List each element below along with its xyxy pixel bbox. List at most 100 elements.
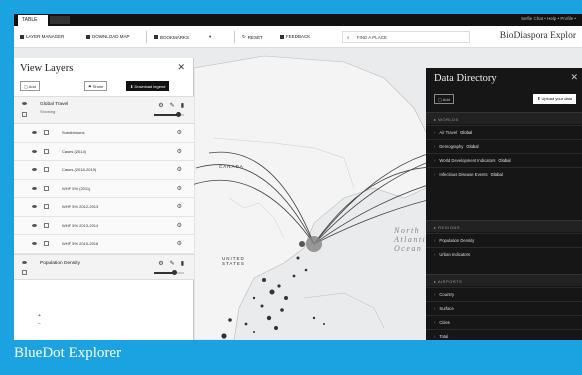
edit-icon[interactable]: ✎	[170, 260, 175, 267]
edit-icon[interactable]: ✎	[170, 102, 175, 109]
share-button[interactable]: ⚑ Share	[84, 81, 108, 91]
delete-icon[interactable]: ▮	[181, 102, 184, 109]
account-links[interactable]: Selfie Chat • Help • Profile •	[521, 16, 576, 21]
grid-icon[interactable]	[44, 185, 49, 191]
settings-icon[interactable]: ⚙	[177, 148, 182, 155]
grid-icon[interactable]	[22, 112, 27, 117]
search-icon: ⌕	[347, 35, 350, 40]
eye-icon[interactable]	[32, 205, 37, 208]
eye-icon[interactable]	[32, 131, 37, 134]
browser-tab[interactable]: TABLE	[18, 15, 48, 26]
chevron-right-icon: ›	[434, 172, 436, 177]
layer-label: WHF 5% 2012-2013	[62, 204, 99, 209]
chevron-right-icon: ›	[434, 130, 436, 135]
layer-row[interactable]: Subdivisions ⚙	[14, 124, 194, 143]
browser-tab-inactive[interactable]	[50, 16, 70, 24]
search-input[interactable]: ⌕ FIND A PLACE	[342, 31, 470, 43]
layer-row[interactable]: Cases (2018-2019) ⚙	[14, 161, 194, 180]
directory-item[interactable]: › Air Travel Global	[426, 125, 582, 139]
layer-group-global-travel[interactable]: Global Travel Showing ⚙ ✎ ▮	[14, 96, 194, 124]
grid-icon[interactable]	[44, 167, 49, 172]
directory-item[interactable]: › Total	[426, 329, 582, 340]
app-title: BioDiaspora Explor	[499, 31, 576, 41]
eye-icon[interactable]	[32, 223, 37, 227]
settings-icon[interactable]: ⚙	[177, 185, 182, 192]
item-name: Country	[439, 292, 455, 297]
zoom-out-button[interactable]: −	[38, 320, 41, 328]
grid-icon[interactable]	[44, 241, 49, 246]
settings-icon[interactable]: ⚙	[158, 260, 163, 267]
eye-icon[interactable]	[32, 168, 37, 171]
layer-group-population-density[interactable]: Population Density ⚙ ✎ ▮	[14, 253, 194, 280]
bookmark-icon	[154, 35, 158, 39]
layer-row[interactable]: WHF 5% 2015-2016 ⚙	[14, 235, 194, 254]
close-icon[interactable]: ✕	[570, 72, 578, 83]
layer-label: Cases (2018-2019)	[62, 167, 97, 172]
directory-item[interactable]: › Country	[426, 287, 582, 301]
reset-button[interactable]: ↻ RESET	[242, 34, 263, 40]
directory-item[interactable]: › Surface	[426, 301, 582, 315]
grid-icon[interactable]	[44, 148, 49, 154]
directory-item[interactable]: › Demography Global	[426, 139, 582, 153]
settings-icon[interactable]: ⚙	[158, 102, 163, 109]
download-map-button[interactable]: DOWNLOAD MAP	[86, 34, 130, 39]
settings-icon[interactable]: ⚙	[177, 129, 182, 136]
add-layer-button[interactable]: ▢ Add	[20, 81, 40, 91]
layers-icon	[20, 34, 24, 39]
settings-icon[interactable]: ⚙	[177, 166, 182, 173]
layer-group-name: Population Density	[40, 260, 80, 266]
eye-icon[interactable]	[22, 260, 27, 264]
section-header[interactable]: ▸ AIRPORTS	[426, 274, 582, 286]
zoom-in-button[interactable]: +	[38, 312, 41, 320]
hub-marker[interactable]	[299, 241, 305, 247]
map-label-ocean: North Atlanti Ocean	[394, 226, 427, 253]
add-data-button[interactable]: ▢ Add	[434, 94, 454, 104]
eye-icon[interactable]	[32, 149, 37, 153]
add-label: Add	[28, 84, 36, 89]
delete-icon[interactable]: ▮	[181, 260, 184, 267]
close-icon[interactable]: ✕	[177, 62, 185, 73]
hub-marker[interactable]	[306, 236, 322, 252]
eye-icon[interactable]	[22, 102, 27, 105]
grid-icon[interactable]	[44, 130, 49, 135]
directory-item[interactable]: › Urban Indicators	[426, 247, 582, 261]
download-icon	[86, 34, 90, 39]
settings-icon[interactable]: ⚙	[177, 240, 182, 247]
reset-icon: ↻	[242, 34, 246, 39]
download-legend-button[interactable]: ⬇ Download legend	[126, 81, 170, 91]
zoom-controls: + −	[38, 312, 41, 328]
layer-label: WHF 5% 2013-2014	[62, 222, 99, 228]
item-tag: Global	[466, 144, 479, 149]
eye-icon[interactable]	[32, 186, 37, 190]
eye-icon[interactable]	[32, 242, 37, 245]
directory-item[interactable]: › Infectious Disease Events Global	[426, 167, 582, 181]
grid-icon[interactable]	[44, 222, 49, 228]
directory-item[interactable]: › Cities	[426, 315, 582, 329]
settings-icon[interactable]: ⚙	[177, 203, 182, 210]
section-header[interactable]: ▸ REGIONS	[426, 220, 582, 232]
bookmarks-button[interactable]: BOOKMARKS ▾	[154, 34, 211, 40]
opacity-slider[interactable]	[154, 269, 184, 275]
layer-manager-button[interactable]: LAYER MANAGER	[20, 34, 64, 39]
item-name: Demography	[439, 144, 464, 149]
section-header[interactable]: ▸ WORLDS	[426, 112, 582, 124]
chevron-right-icon: ›	[434, 158, 436, 163]
directory-item[interactable]: › Population Density	[426, 233, 582, 247]
toolbar-divider	[146, 31, 147, 43]
directory-item[interactable]: › World Development Indicators Global	[426, 153, 582, 167]
grid-icon[interactable]	[44, 204, 49, 209]
item-name: Urban Indicators	[439, 252, 471, 257]
settings-icon[interactable]: ⚙	[177, 222, 182, 229]
feedback-button[interactable]: FEEDBACK	[280, 34, 310, 39]
layer-row[interactable]: Cases (2014) ⚙	[14, 142, 194, 161]
opacity-slider[interactable]	[154, 112, 184, 117]
browser-strip: TABLE Selfie Chat • Help • Profile •	[14, 14, 582, 26]
layer-group-name: Global Travel	[40, 102, 69, 107]
upload-data-button[interactable]: ⬆ Upload your data	[533, 94, 576, 104]
panel-title: Data Directory	[434, 73, 497, 84]
layer-row[interactable]: WHF 5% 2012-2013 ⚙	[14, 198, 194, 217]
grid-icon[interactable]	[22, 269, 27, 275]
layer-row[interactable]: WHF 5% (2011) ⚙	[14, 179, 194, 198]
layer-tools: ⚙ ✎ ▮	[158, 102, 184, 109]
layer-row[interactable]: WHF 5% 2013-2014 ⚙	[14, 216, 194, 235]
